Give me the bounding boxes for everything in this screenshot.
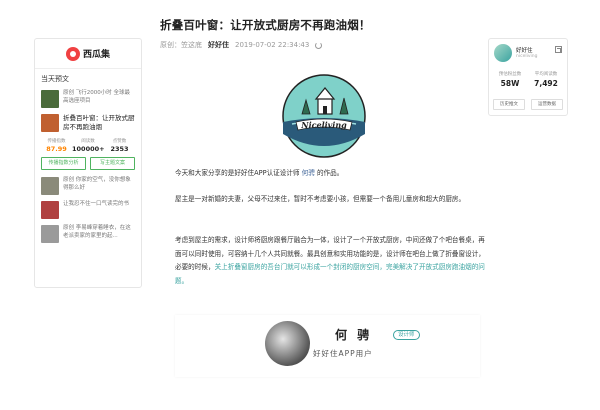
article-stats: 传播指数 87.99 阅读数 100000+ 点赞数 2353 (35, 135, 141, 153)
watermelon-logo-icon (65, 46, 80, 61)
account-name[interactable]: 好好住 (516, 46, 533, 54)
list-item-active[interactable]: 折叠百叶窗：让开放式厨房不再跑油烟 (35, 111, 141, 135)
expand-icon[interactable] (555, 46, 562, 53)
refresh-icon[interactable] (315, 41, 323, 49)
niceliving-logo-image: Niceliving (282, 74, 366, 158)
list-item-title: 原创 李易峰穿着睡衣，在这老派卖家的家里的起... (63, 225, 131, 239)
paragraph-intro: 今天和大家分享的是好好住APP认证设计师 何骋 的作品。 (175, 169, 344, 177)
list-item-title: 折叠百叶窗：让开放式厨房不再跑油烟 (63, 114, 135, 131)
account-stats: 预估粉丝数 58W 平均阅读数 7,492 (493, 71, 563, 88)
section-title: 当天预文 (41, 75, 69, 83)
author-avatar (265, 321, 310, 366)
article-meta: 原创：笠这底 好好住 2019-07-02 22:34:43 (160, 40, 323, 50)
spread-analysis-button[interactable]: 传播指数分析 (41, 157, 86, 170)
designer-badge: 设计师 (393, 330, 420, 340)
highlighted-text: 关上折叠窗厨房的吾台门就可以形成一个封闭的厨房空间，完美解决了开放式厨房跑油烟的… (175, 263, 485, 285)
list-item[interactable]: 原创 你家的空气，没你想象得那么好 (35, 174, 141, 198)
meta-author[interactable]: 好好住 (208, 40, 229, 50)
stat-spread: 传播指数 87.99 (46, 139, 67, 153)
article-thumbnail (41, 177, 59, 195)
logo-text: 西瓜集 (82, 50, 110, 60)
operation-data-button[interactable]: 运营数据 (531, 99, 563, 110)
stat-reads: 阅读数 100000+ (72, 139, 105, 153)
paragraph-owner: 屋主是一对新婚的夫妻，父母不过来住，暂时不考虑要小孩，但需要一个备用儿童房和超大… (175, 195, 466, 203)
stat-fans: 预估粉丝数 58W (498, 72, 522, 88)
sidebar-logo[interactable]: 西瓜集 (35, 39, 141, 69)
write-copy-button[interactable]: 写主题文案 (90, 157, 135, 170)
list-item[interactable]: 原创 李易峰穿着睡衣，在这老派卖家的家里的起... (35, 222, 141, 246)
stat-likes: 点赞数 2353 (110, 139, 129, 153)
author-name: 何 骋 (335, 328, 373, 342)
hero-logo-text: Niceliving (300, 120, 347, 130)
account-buttons: 历史推文 运营数据 (493, 99, 563, 110)
article-title: 折叠百叶窗：让开放式厨房不再跑油烟！ (160, 18, 371, 32)
list-item-title: 原创 你家的空气，没你想象得那么好 (63, 177, 131, 191)
sidebar-buttons: 传播指数分析 写主题文案 (35, 153, 141, 174)
paragraph-design: 考虑到屋主的需求，设计师将厨房跟餐厅融合为一体，设计了一个开放式厨房，中间还做了… (175, 236, 485, 285)
left-sidebar: 西瓜集 当天预文 原创 飞行2000小时 全球最高选座项目 折叠百叶窗：让开放式… (34, 38, 142, 288)
article-thumbnail (41, 225, 59, 243)
author-subtitle: 好好住APP用户 (313, 349, 373, 358)
history-posts-button[interactable]: 历史推文 (493, 99, 525, 110)
list-item[interactable]: 原创 飞行2000小时 全球最高选座项目 (35, 87, 141, 111)
right-sidebar: 好好住 niceliving 预估粉丝数 58W 平均阅读数 7,492 历史推… (488, 38, 568, 116)
author-card[interactable]: 何 骋 设计师 好好住APP用户 (175, 315, 480, 377)
list-item-title: 原创 飞行2000小时 全球最高选座项目 (63, 90, 130, 104)
account-avatar[interactable] (494, 44, 512, 62)
list-item[interactable]: 让我忍不住一口气读完的书 (35, 198, 141, 222)
article-thumbnail (41, 114, 59, 132)
designer-link[interactable]: 何骋 (302, 169, 315, 177)
list-item-title: 让我忍不住一口气读完的书 (63, 201, 130, 207)
meta-datetime: 2019-07-02 22:34:43 (235, 41, 310, 49)
article-thumbnail (41, 90, 59, 108)
meta-original: 原创：笠这底 (160, 41, 202, 49)
account-handle: niceliving (516, 54, 538, 59)
article-thumbnail (41, 201, 59, 219)
stat-avg-reads: 平均阅读数 7,492 (534, 72, 558, 88)
